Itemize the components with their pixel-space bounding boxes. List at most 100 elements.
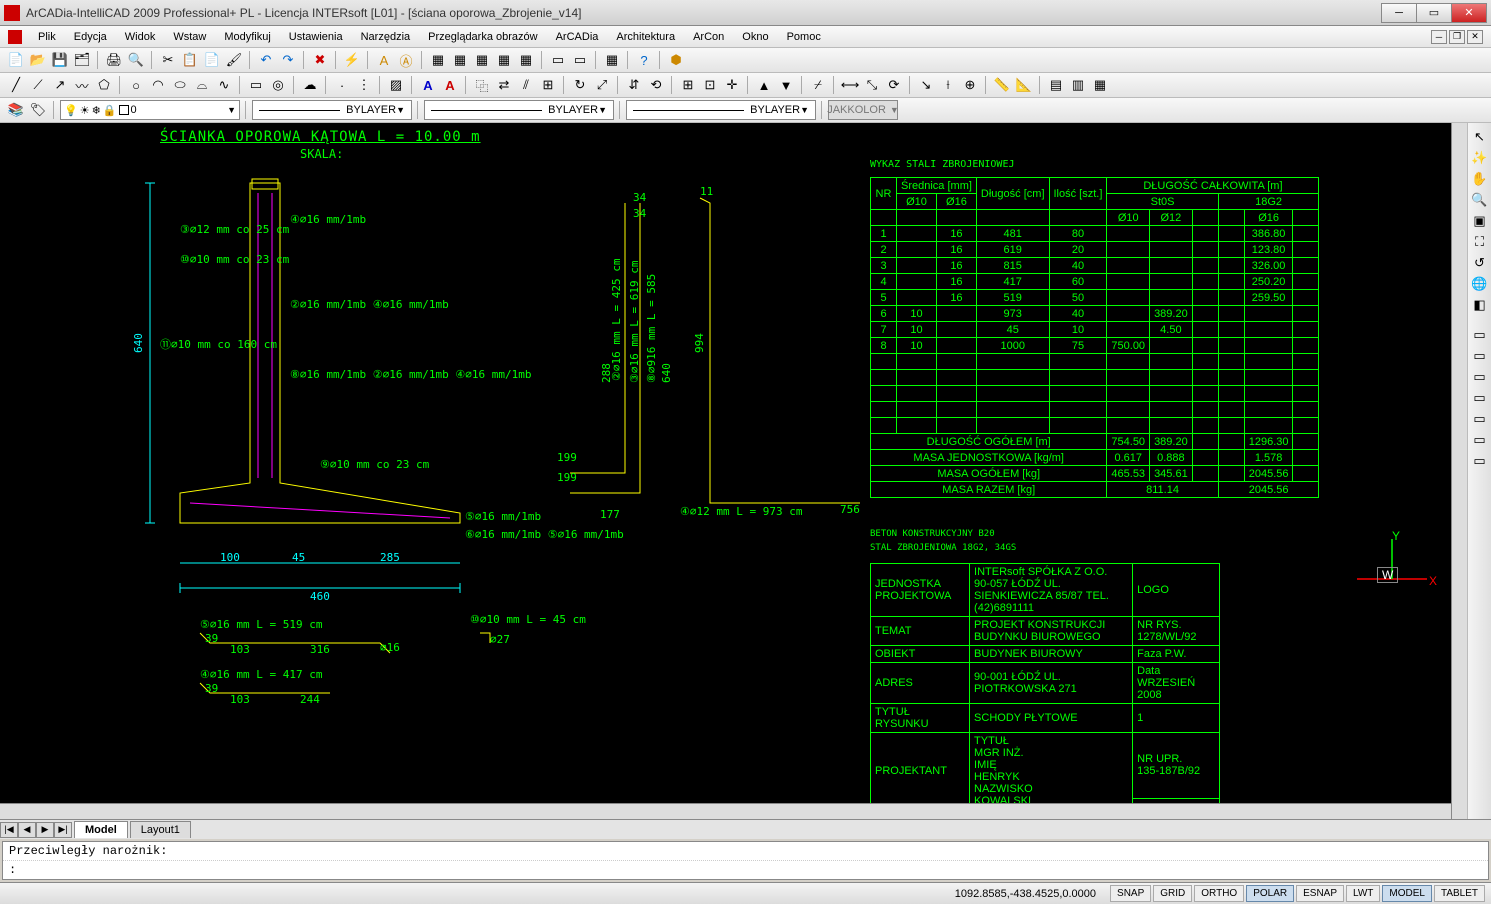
wand-icon[interactable]: ✨ bbox=[1470, 148, 1490, 168]
mirror-icon[interactable]: ⇄ bbox=[494, 75, 514, 95]
toggle-model[interactable]: MODEL bbox=[1382, 885, 1432, 902]
elem6-icon[interactable]: ▭ bbox=[1470, 430, 1490, 450]
copy-icon[interactable]: 📋 bbox=[180, 50, 200, 70]
layers-icon[interactable]: 📚 bbox=[6, 100, 26, 120]
menu-modyfikuj[interactable]: Modyfikuj bbox=[216, 29, 278, 45]
linetype-combo-3[interactable]: BYLAYER ▼ bbox=[626, 100, 816, 120]
elem5-icon[interactable]: ▭ bbox=[1470, 409, 1490, 429]
open-icon[interactable]: 📂 bbox=[28, 50, 48, 70]
toggle-snap[interactable]: SNAP bbox=[1110, 885, 1151, 902]
toggle-tablet[interactable]: TABLET bbox=[1434, 885, 1485, 902]
horizontal-scrollbar[interactable] bbox=[0, 803, 1451, 819]
new-icon[interactable]: 📄 bbox=[6, 50, 26, 70]
polygon-icon[interactable]: ⬠ bbox=[94, 75, 114, 95]
elem4-icon[interactable]: ▭ bbox=[1470, 388, 1490, 408]
tab-next-button[interactable]: ▶ bbox=[36, 822, 54, 838]
menu-edycja[interactable]: Edycja bbox=[66, 29, 115, 45]
delete-icon[interactable]: ✖ bbox=[310, 50, 330, 70]
meas2-icon[interactable]: 📐 bbox=[1014, 75, 1034, 95]
text-a-icon[interactable]: A bbox=[418, 75, 438, 95]
dim2-icon[interactable]: ⤡ bbox=[862, 75, 882, 95]
qdim-icon[interactable]: ⟊ bbox=[938, 75, 958, 95]
zoom-in-icon[interactable]: 🔍 bbox=[1470, 190, 1490, 210]
table1-icon[interactable]: ▦ bbox=[428, 50, 448, 70]
snap-icon[interactable]: ✛ bbox=[722, 75, 742, 95]
copy-icon[interactable]: ⿻ bbox=[472, 75, 492, 95]
donut-icon[interactable]: ◎ bbox=[268, 75, 288, 95]
scale-icon[interactable]: ⤢ bbox=[592, 75, 612, 95]
menu-arcadia[interactable]: ArCADia bbox=[548, 29, 607, 45]
color-combo[interactable]: JAKKOLOR ▼ bbox=[828, 100, 898, 120]
circle-icon[interactable]: ○ bbox=[126, 75, 146, 95]
vertical-scrollbar[interactable] bbox=[1451, 123, 1467, 819]
table3-icon[interactable]: ▦ bbox=[472, 50, 492, 70]
layer1-icon[interactable]: ▤ bbox=[1046, 75, 1066, 95]
menu-pomoc[interactable]: Pomoc bbox=[779, 29, 829, 45]
printpreview-icon[interactable]: 🔍 bbox=[126, 50, 146, 70]
back-icon[interactable]: ▼ bbox=[776, 75, 796, 95]
gridsnap-icon[interactable]: ⊡ bbox=[700, 75, 720, 95]
menu-ustawienia[interactable]: Ustawienia bbox=[281, 29, 351, 45]
tab-last-button[interactable]: ▶| bbox=[54, 822, 72, 838]
linetype-combo-2[interactable]: BYLAYER ▼ bbox=[424, 100, 614, 120]
arc-icon[interactable]: ◠ bbox=[148, 75, 168, 95]
break-icon[interactable]: ⌿ bbox=[808, 75, 828, 95]
elem7-icon[interactable]: ▭ bbox=[1470, 451, 1490, 471]
tab-prev-button[interactable]: ◀ bbox=[18, 822, 36, 838]
pointer-icon[interactable]: ↖ bbox=[1470, 127, 1490, 147]
zoomwin-icon[interactable]: ▣ bbox=[1470, 211, 1490, 231]
doc-close-button[interactable]: ✕ bbox=[1467, 30, 1483, 44]
doc-minimize-button[interactable]: ─ bbox=[1431, 30, 1447, 44]
close-button[interactable]: ✕ bbox=[1451, 3, 1487, 23]
layer3-icon[interactable]: ▦ bbox=[1090, 75, 1110, 95]
menu-plik[interactable]: Plik bbox=[30, 29, 64, 45]
hand-icon[interactable]: ✋ bbox=[1470, 169, 1490, 189]
drawing-canvas[interactable]: ŚCIANKA OPOROWA KĄTOWA L = 10.00 m SKALA… bbox=[0, 123, 1467, 819]
menu-widok[interactable]: Widok bbox=[117, 29, 164, 45]
redo-icon[interactable]: ↷ bbox=[278, 50, 298, 70]
zoomprev-icon[interactable]: ↺ bbox=[1470, 253, 1490, 273]
help-icon[interactable]: ? bbox=[634, 50, 654, 70]
line-icon[interactable]: ╱ bbox=[6, 75, 26, 95]
pline-icon[interactable]: 〰 bbox=[72, 75, 92, 95]
dim1-icon[interactable]: ⟷ bbox=[840, 75, 860, 95]
leader-icon[interactable]: ↘ bbox=[916, 75, 936, 95]
doc-restore-button[interactable]: ❐ bbox=[1449, 30, 1465, 44]
tool1-icon[interactable]: ▭ bbox=[548, 50, 568, 70]
tool2-icon[interactable]: ▭ bbox=[570, 50, 590, 70]
menu-wstaw[interactable]: Wstaw bbox=[165, 29, 214, 45]
text-aa-icon[interactable]: A bbox=[440, 75, 460, 95]
undo-icon[interactable]: ↶ bbox=[256, 50, 276, 70]
dim3-icon[interactable]: ⟳ bbox=[884, 75, 904, 95]
elem1-icon[interactable]: ▭ bbox=[1470, 325, 1490, 345]
menu-arcon[interactable]: ArCon bbox=[685, 29, 732, 45]
layer2-icon[interactable]: ▥ bbox=[1068, 75, 1088, 95]
divide-icon[interactable]: ⋮ bbox=[354, 75, 374, 95]
xline-icon[interactable]: ⟋ bbox=[28, 75, 48, 95]
toggle-lwt[interactable]: LWT bbox=[1346, 885, 1380, 902]
table4-icon[interactable]: ▦ bbox=[494, 50, 514, 70]
hatch-icon[interactable]: ▨ bbox=[386, 75, 406, 95]
mirror2-icon[interactable]: ⇵ bbox=[624, 75, 644, 95]
elem2-icon[interactable]: ▭ bbox=[1470, 346, 1490, 366]
3dorbit-icon[interactable]: 🌐 bbox=[1470, 274, 1490, 294]
toggle-esnap[interactable]: ESNAP bbox=[1296, 885, 1344, 902]
cut-icon[interactable]: ✂ bbox=[158, 50, 178, 70]
menu-okno[interactable]: Okno bbox=[734, 29, 776, 45]
express-icon[interactable]: ⚡ bbox=[342, 50, 362, 70]
front-icon[interactable]: ▲ bbox=[754, 75, 774, 95]
toggle-grid[interactable]: GRID bbox=[1153, 885, 1192, 902]
table5-icon[interactable]: ▦ bbox=[516, 50, 536, 70]
saveall-icon[interactable]: 🗂 bbox=[72, 50, 92, 70]
ellipsearc-icon[interactable]: ⌓ bbox=[192, 75, 212, 95]
tab-first-button[interactable]: |◀ bbox=[0, 822, 18, 838]
rotate3d-icon[interactable]: ⟲ bbox=[646, 75, 666, 95]
grid-icon[interactable]: ⊞ bbox=[678, 75, 698, 95]
toggle-polar[interactable]: POLAR bbox=[1246, 885, 1294, 902]
layerstates-icon[interactable]: 🏷 bbox=[28, 100, 48, 120]
table2-icon[interactable]: ▦ bbox=[450, 50, 470, 70]
matchprops-icon[interactable]: 🖌 bbox=[224, 50, 244, 70]
tab-model[interactable]: Model bbox=[74, 821, 128, 838]
linetype-combo-1[interactable]: BYLAYER ▼ bbox=[252, 100, 412, 120]
zoomext-icon[interactable]: ⛶ bbox=[1470, 232, 1490, 252]
